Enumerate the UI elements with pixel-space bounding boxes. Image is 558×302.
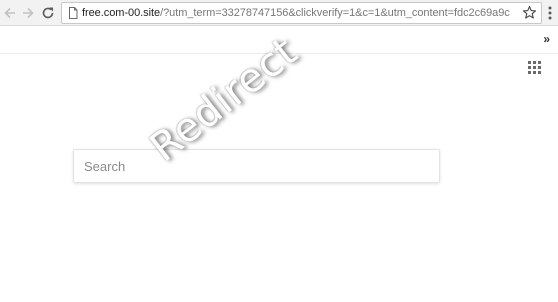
search-input[interactable] [73,149,440,183]
url-host: free.com-00.site [82,7,161,19]
url-text: free.com-00.site/?utm_term=33278747156&c… [82,6,510,20]
star-icon[interactable] [522,5,537,20]
reload-icon[interactable] [39,4,57,22]
page-icon [66,6,80,20]
menu-dots-icon[interactable] [545,5,555,21]
forward-arrow-icon[interactable] [19,4,37,22]
chevron-right-double-icon[interactable]: » [543,32,550,46]
back-arrow-icon[interactable] [1,4,19,22]
browser-toolbar: free.com-00.site/?utm_term=33278747156&c… [0,0,558,26]
address-bar[interactable]: free.com-00.site/?utm_term=33278747156&c… [61,2,542,24]
apps-grid-icon[interactable] [528,61,541,74]
bookmarks-bar: » [0,27,558,54]
url-path: /?utm_term=33278747156&clickverify=1&c=1… [160,7,510,19]
